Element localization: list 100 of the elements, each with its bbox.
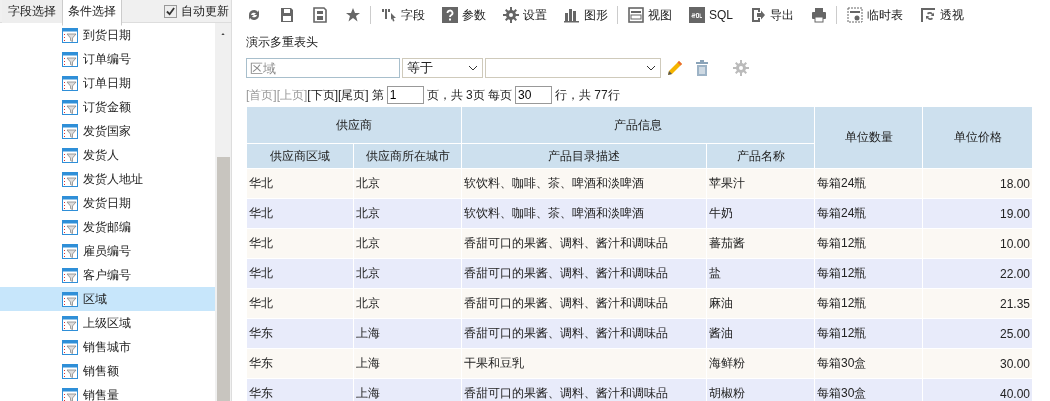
table-cell: 北京 (353, 258, 462, 289)
table-cell: 软饮料、咖啡、茶、啤酒和淡啤酒 (461, 198, 707, 229)
field-item[interactable]: 区域 (0, 287, 215, 311)
filter-field-icon (62, 219, 78, 235)
filter-field-icon (62, 51, 78, 67)
chevron-down-icon (468, 65, 478, 71)
page-field[interactable]: 1 (386, 86, 424, 104)
table-cell: 香甜可口的果酱、调料、酱汁和调味品 (461, 318, 707, 349)
column-header: 供应商区域 (246, 143, 354, 169)
field-item[interactable]: 发货日期 (0, 191, 215, 215)
table-cell: 华东 (246, 378, 354, 401)
column-header: 单位价格 (922, 106, 1033, 169)
table-cell: 华北 (246, 228, 354, 259)
sql-button[interactable]: SQL (689, 7, 733, 23)
field-item[interactable]: 发货邮编 (0, 215, 215, 239)
table-cell: 北京 (353, 228, 462, 259)
print-button[interactable] (811, 7, 827, 23)
table-cell: 19.00 (922, 198, 1033, 229)
table-cell: 华北 (246, 198, 354, 229)
field-item[interactable]: 到货日期 (0, 23, 215, 47)
rows-per-page-field[interactable]: 30 (515, 86, 553, 104)
field-item[interactable]: 雇员编号 (0, 239, 215, 263)
table-cell: 每箱30盒 (814, 348, 923, 379)
scroll-up-icon[interactable] (219, 33, 227, 35)
field-item[interactable]: 订货金额 (0, 95, 215, 119)
table-cell: 25.00 (922, 318, 1033, 349)
table-cell: 海鲜粉 (706, 348, 815, 379)
pivot-icon (920, 7, 936, 23)
table-cell: 香甜可口的果酱、调料、酱汁和调味品 (461, 288, 707, 319)
page-link[interactable]: [下页] (307, 86, 338, 104)
field-item[interactable]: 销售量 (0, 383, 215, 401)
table-cell: 21.35 (922, 288, 1033, 319)
export-button[interactable]: 导出 (750, 6, 794, 24)
table-cell: 10.00 (922, 228, 1033, 259)
checkbox[interactable] (164, 4, 177, 18)
table-cell: 酱油 (706, 318, 815, 349)
table-cell: 每箱12瓶 (814, 318, 923, 349)
view-button[interactable]: 视图 (628, 6, 672, 24)
star-button[interactable] (345, 7, 361, 23)
sql-icon (689, 7, 705, 23)
group-header: 供应商 (246, 106, 462, 144)
scrollbar[interactable] (215, 23, 231, 401)
save-button[interactable] (279, 7, 295, 23)
temp-table-button[interactable]: 临时表 (847, 6, 903, 24)
star-icon (345, 7, 361, 23)
page-label: 第 (371, 86, 384, 104)
fields-button[interactable]: 字段 (381, 6, 425, 24)
tab[interactable]: 条件选择 (62, 0, 122, 26)
filter-field-icon (62, 339, 78, 355)
table-cell: 华北 (246, 288, 354, 319)
field-item[interactable]: 发货人地址 (0, 167, 215, 191)
table-cell: 每箱12瓶 (814, 288, 923, 319)
filter-field-icon (62, 243, 78, 259)
fields-icon (381, 7, 397, 23)
filter-field-icon (62, 171, 78, 187)
filter-field-icon (62, 195, 78, 211)
bar-chart-button[interactable]: 图形 (564, 6, 608, 24)
help-icon (442, 7, 458, 23)
table-cell: 华北 (246, 258, 354, 289)
field-item[interactable]: 销售城市 (0, 335, 215, 359)
row-count-label: 行，共 77行 (555, 86, 620, 104)
filter-field-icon (62, 291, 78, 307)
field-item[interactable]: 客户编号 (0, 263, 215, 287)
field-item[interactable]: 销售额 (0, 359, 215, 383)
column-header: 供应商所在城市 (353, 143, 462, 169)
table-cell: 每箱24瓶 (814, 168, 923, 199)
filter-field-icon (62, 315, 78, 331)
field-item[interactable]: 订单日期 (0, 71, 215, 95)
field-item[interactable]: 发货国家 (0, 119, 215, 143)
refresh-button[interactable] (246, 7, 262, 23)
filter-field-icon (62, 99, 78, 115)
filter-field-icon (62, 387, 78, 401)
checkbox-label[interactable]: 自动更新 (181, 2, 229, 20)
condition-field[interactable]: 区域 (246, 58, 400, 78)
pencil-icon[interactable] (667, 60, 683, 76)
table-cell: 蕃茄酱 (706, 228, 815, 259)
field-item[interactable]: 订单编号 (0, 47, 215, 71)
chevron-down-icon (646, 65, 656, 71)
pivot-button[interactable]: 透视 (920, 6, 964, 24)
operator-select[interactable]: 等于 (402, 58, 483, 78)
field-item[interactable]: 上级区域 (0, 311, 215, 335)
page-link[interactable]: [尾页] (338, 86, 369, 104)
help-button[interactable]: 参数 (442, 6, 486, 24)
gear-button[interactable]: 设置 (503, 6, 547, 24)
table-cell: 北京 (353, 288, 462, 319)
scroll-thumb[interactable] (216, 157, 230, 401)
bar-chart-icon (564, 7, 580, 23)
field-item[interactable]: 发货人 (0, 143, 215, 167)
trash-icon[interactable] (695, 60, 709, 76)
table-cell: 北京 (353, 168, 462, 199)
table-cell: 干果和豆乳 (461, 348, 707, 379)
table-cell: 18.00 (922, 168, 1033, 199)
filter-field-icon (62, 123, 78, 139)
filter-field-icon (62, 363, 78, 379)
column-header: 单位数量 (814, 106, 923, 169)
table-cell: 麻油 (706, 288, 815, 319)
save-as-button[interactable] (312, 7, 328, 23)
table-cell: 香甜可口的果酱、调料、酱汁和调味品 (461, 258, 707, 289)
save-as-icon (312, 7, 328, 23)
table-cell: 每箱12瓶 (814, 228, 923, 259)
